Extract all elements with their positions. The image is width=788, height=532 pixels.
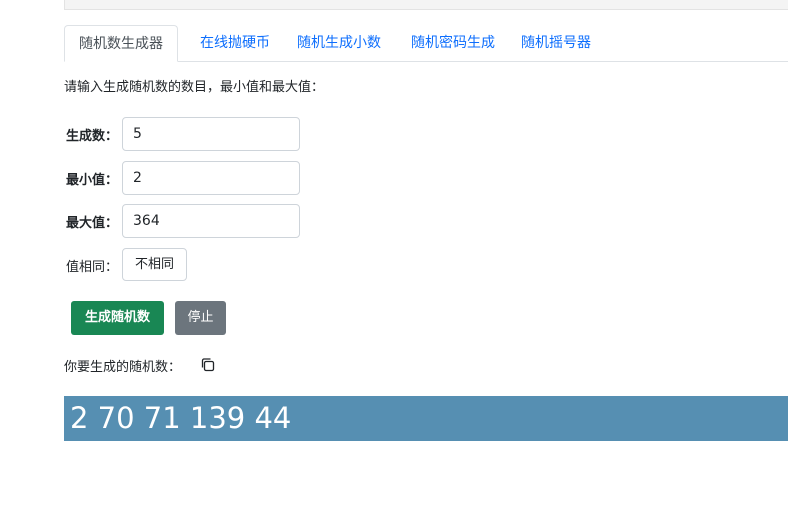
count-label: 生成数： bbox=[66, 129, 119, 144]
generate-button[interactable]: 生成随机数 bbox=[71, 301, 164, 335]
result-output: 2 70 71 139 44 bbox=[64, 396, 788, 441]
tab-bar: 随机数生成器 在线抛硬币 随机生成小数 随机密码生成 随机摇号器 bbox=[64, 25, 788, 62]
unique-toggle-button[interactable]: 不相同 bbox=[122, 248, 187, 281]
tab-coin-flip[interactable]: 在线抛硬币 bbox=[178, 25, 292, 62]
intro-text: 请输入生成随机数的数目，最小值和最大值： bbox=[64, 80, 325, 95]
count-input[interactable] bbox=[122, 117, 300, 151]
result-label: 你要生成的随机数： bbox=[64, 360, 182, 375]
min-input[interactable] bbox=[122, 161, 300, 195]
min-label: 最小值： bbox=[66, 173, 119, 188]
max-label: 最大值： bbox=[66, 216, 119, 231]
tab-random-decimal[interactable]: 随机生成小数 bbox=[282, 25, 396, 62]
copy-icon[interactable] bbox=[200, 357, 216, 373]
max-input[interactable] bbox=[122, 204, 300, 238]
tab-random-password[interactable]: 随机密码生成 bbox=[396, 25, 510, 62]
top-panel-edge bbox=[64, 0, 788, 10]
stop-button[interactable]: 停止 bbox=[175, 301, 226, 335]
tab-lottery-draw[interactable]: 随机摇号器 bbox=[504, 25, 608, 62]
tab-random-number-generator[interactable]: 随机数生成器 bbox=[64, 25, 178, 62]
unique-label: 值相同： bbox=[66, 260, 119, 275]
